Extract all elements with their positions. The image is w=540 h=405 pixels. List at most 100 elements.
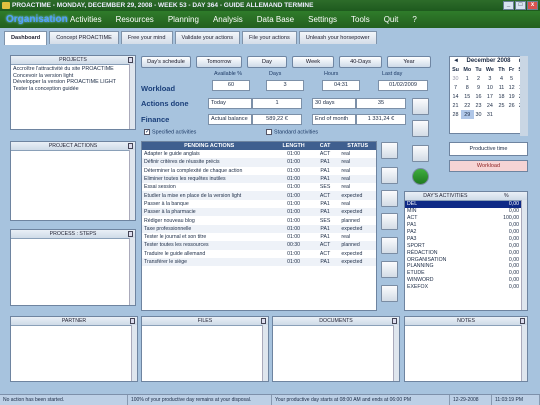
specified-activities-checkbox[interactable]: ✓ Specified activities bbox=[144, 129, 196, 135]
power-icon[interactable] bbox=[412, 168, 429, 185]
trash-icon[interactable] bbox=[261, 318, 266, 324]
project-actions-scrollbar[interactable] bbox=[129, 150, 135, 220]
calendar-day[interactable]: 11 bbox=[496, 83, 507, 92]
calendar-day[interactable]: 25 bbox=[496, 101, 507, 110]
calendar-day[interactable]: 29 bbox=[461, 110, 474, 119]
hours-field[interactable]: 04:31 bbox=[322, 80, 360, 91]
calendar-day[interactable]: 7 bbox=[450, 83, 461, 92]
calendar-icon[interactable] bbox=[412, 120, 429, 137]
calendar-day[interactable]: 4 bbox=[496, 74, 507, 83]
calendar-day[interactable]: 24 bbox=[483, 101, 496, 110]
week-button[interactable]: Week bbox=[292, 56, 334, 68]
minimize-button[interactable]: _ bbox=[503, 1, 514, 10]
col-status[interactable]: STATUS bbox=[339, 142, 376, 150]
arrow-icon[interactable] bbox=[381, 237, 398, 254]
menu-activities[interactable]: Activities bbox=[70, 15, 102, 24]
calendar-day[interactable]: 2 bbox=[474, 74, 484, 83]
calendar-day[interactable]: 15 bbox=[461, 92, 473, 101]
pending-action-row[interactable]: Adapter le guide anglais 01:00 ACT real bbox=[142, 150, 376, 158]
day-activity-row[interactable]: MIN 0,00 bbox=[405, 208, 527, 215]
edit-icon[interactable] bbox=[381, 190, 398, 207]
close-button[interactable]: x bbox=[527, 1, 538, 10]
project-item[interactable]: Concevoir la version light bbox=[13, 73, 133, 80]
projects-scrollbar[interactable] bbox=[129, 64, 135, 129]
pending-action-row[interactable]: Définir critères de réussite précis 01:00… bbox=[142, 158, 376, 167]
calendar-day[interactable]: 18 bbox=[496, 92, 507, 101]
folder-icon[interactable] bbox=[412, 98, 429, 115]
lastday-field[interactable]: 01/02/2009 bbox=[378, 80, 428, 91]
maximize-button[interactable]: □ bbox=[515, 1, 526, 10]
day-activity-row[interactable]: RÉDACTION 0,00 bbox=[405, 249, 527, 256]
calendar-prev-icon[interactable]: ◄ bbox=[453, 58, 459, 64]
col-cat[interactable]: CAT bbox=[310, 142, 340, 150]
documents-scrollbar[interactable] bbox=[393, 325, 399, 381]
attach-icon[interactable] bbox=[381, 285, 398, 302]
pending-action-row[interactable]: Tester toutes les ressources 00:30 ACT plan… bbox=[142, 241, 376, 250]
menu-help[interactable]: ? bbox=[412, 15, 416, 24]
project-item[interactable]: Tester la conception guidée bbox=[13, 86, 133, 93]
menu-quit[interactable]: Quit bbox=[384, 15, 399, 24]
pending-action-row[interactable]: Etudier la mise en place de la version l… bbox=[142, 191, 376, 200]
day-activity-row[interactable]: WINWORD 0,00 bbox=[405, 277, 527, 284]
calendar-day[interactable]: 9 bbox=[474, 83, 484, 92]
tab-free-your-mind[interactable]: Free your mind bbox=[120, 31, 173, 44]
trash-icon[interactable] bbox=[128, 57, 133, 63]
tab-concept[interactable]: Concept PROACTIME bbox=[49, 31, 119, 44]
brand-menu[interactable]: Organisation bbox=[6, 14, 70, 25]
pending-action-row[interactable]: Rédiger nouveau blog 01:00 SES planned bbox=[142, 216, 376, 224]
notes-scrollbar[interactable] bbox=[521, 325, 527, 381]
trash-icon[interactable] bbox=[128, 231, 133, 237]
pending-action-row[interactable]: Déterminer la complexité de chaque actio… bbox=[142, 167, 376, 175]
pending-action-row[interactable]: Tester le journal et son titre 01:00 PA1 re… bbox=[142, 233, 376, 241]
days-field[interactable]: 3 bbox=[266, 80, 304, 91]
calendar-day[interactable]: 10 bbox=[483, 83, 496, 92]
day-activity-row[interactable]: ORGANISATION 0,00 bbox=[405, 256, 527, 263]
40-days-button[interactable]: 40-Days bbox=[339, 56, 382, 68]
trash-icon[interactable] bbox=[392, 318, 397, 324]
day-activity-row[interactable]: PLANNING 0,00 bbox=[405, 263, 527, 270]
calendar-day[interactable]: 5 bbox=[507, 74, 517, 83]
standard-activities-checkbox[interactable]: Standard activities bbox=[266, 129, 318, 135]
project-item[interactable]: Développer la version PROACTIME LIGHT bbox=[13, 79, 133, 86]
calendar-day[interactable]: 19 bbox=[507, 92, 517, 101]
menu-analysis[interactable]: Analysis bbox=[213, 15, 243, 24]
year-button[interactable]: Year bbox=[387, 56, 431, 68]
calendar-day[interactable]: 30 bbox=[450, 74, 461, 83]
day-activity-row[interactable]: DEL 0,00 bbox=[405, 201, 527, 208]
calendar-day[interactable]: 8 bbox=[461, 83, 473, 92]
tab-dashboard[interactable]: Dashboard bbox=[4, 31, 48, 45]
days-schedule-button[interactable]: Day's schedule bbox=[141, 56, 191, 68]
pen-icon[interactable] bbox=[381, 142, 398, 159]
tab-file[interactable]: File your actions bbox=[242, 31, 297, 44]
book-icon[interactable] bbox=[412, 145, 429, 162]
day-activity-row[interactable]: ETUDE 0,00 bbox=[405, 270, 527, 277]
link-icon[interactable] bbox=[381, 213, 398, 230]
pending-action-row[interactable]: Transférer le siège 01:00 PA1 expected bbox=[142, 257, 376, 267]
files-scrollbar[interactable] bbox=[262, 325, 268, 381]
calendar-day[interactable]: 1 bbox=[461, 74, 473, 83]
calendar-day[interactable]: 28 bbox=[450, 110, 461, 119]
tab-validate[interactable]: Validate your actions bbox=[174, 31, 241, 44]
pending-action-row[interactable]: Traduire le guide allemand 01:00 ACT expect… bbox=[142, 250, 376, 258]
menu-database[interactable]: Data Base bbox=[257, 15, 294, 24]
calendar-day[interactable]: 17 bbox=[483, 92, 496, 101]
trash-icon[interactable] bbox=[128, 143, 133, 149]
project-item[interactable]: Accroître l'attractivité du site PROACTI… bbox=[13, 66, 133, 73]
calendar-day[interactable]: 23 bbox=[474, 101, 484, 110]
calendar-day[interactable]: 26 bbox=[507, 101, 517, 110]
day-activities-scrollbar[interactable] bbox=[521, 200, 527, 310]
process-steps-scrollbar[interactable] bbox=[129, 238, 135, 305]
pending-action-row[interactable]: Taxe professionnelle 01:00 PA1 expected bbox=[142, 224, 376, 233]
calendar-day[interactable]: 12 bbox=[507, 83, 517, 92]
calendar-day[interactable]: 3 bbox=[483, 74, 496, 83]
menu-planning[interactable]: Planning bbox=[168, 15, 199, 24]
day-activity-row[interactable]: PA3 0,00 bbox=[405, 235, 527, 242]
col-length[interactable]: LENGTH bbox=[276, 142, 311, 150]
pending-action-row[interactable]: Passer à la pharmacie 01:00 PA1 expected bbox=[142, 208, 376, 217]
menu-settings[interactable]: Settings bbox=[308, 15, 337, 24]
menu-resources[interactable]: Resources bbox=[116, 15, 154, 24]
col-pending-actions[interactable]: PENDING ACTIONS bbox=[142, 142, 277, 150]
day-activity-row[interactable]: PA2 0,00 bbox=[405, 229, 527, 236]
trash-icon[interactable] bbox=[520, 318, 525, 324]
day-activity-row[interactable]: SPORT 0,00 bbox=[405, 242, 527, 249]
